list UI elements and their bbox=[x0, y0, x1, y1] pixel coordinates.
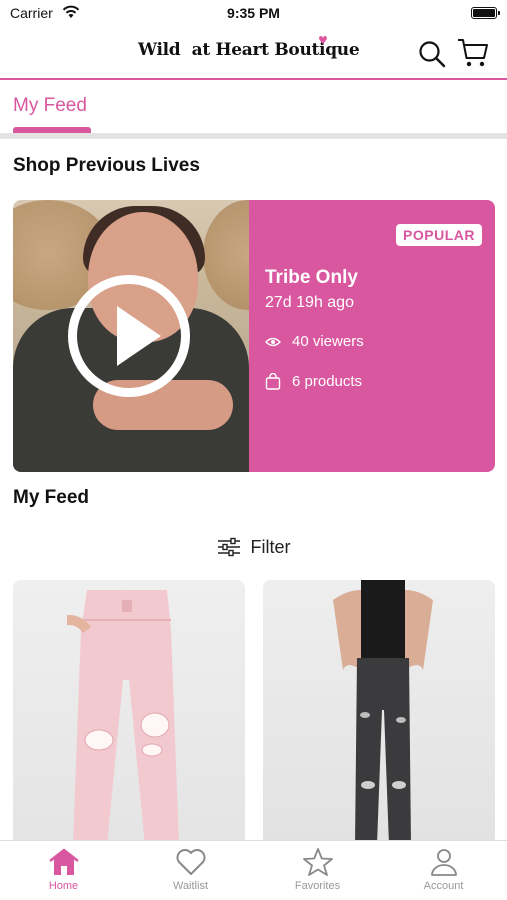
nav-favorites[interactable]: Favorites bbox=[254, 847, 381, 892]
products-count: 6 products bbox=[292, 373, 363, 390]
nav-home[interactable]: Home bbox=[0, 847, 127, 892]
previous-live-card[interactable]: POPULAR Tribe Only 27d 19h ago 40 viewer… bbox=[13, 200, 495, 472]
live-viewers-row: 40 viewers bbox=[265, 333, 364, 350]
viewers-count: 40 viewers bbox=[292, 333, 364, 350]
live-video-thumbnail[interactable] bbox=[13, 200, 249, 472]
star-icon bbox=[302, 848, 333, 876]
heart-icon bbox=[176, 849, 205, 875]
tab-my-feed[interactable]: My Feed bbox=[13, 95, 87, 117]
clock: 9:35 PM bbox=[227, 5, 280, 21]
play-icon bbox=[117, 306, 161, 366]
shopping-bag-icon bbox=[265, 373, 281, 390]
filter-sliders-icon bbox=[217, 537, 240, 557]
bottom-navigation: Home Waitlist Favorites Account bbox=[0, 840, 507, 900]
product-card[interactable] bbox=[13, 580, 245, 845]
black-jeans-image bbox=[333, 580, 433, 845]
nav-waitlist[interactable]: Waitlist bbox=[127, 847, 254, 892]
nav-account[interactable]: Account bbox=[380, 847, 507, 892]
live-info-panel: POPULAR Tribe Only 27d 19h ago 40 viewer… bbox=[249, 200, 495, 472]
status-bar: Carrier 9:35 PM bbox=[0, 0, 507, 30]
live-products-row: 6 products bbox=[265, 373, 362, 390]
battery-icon bbox=[471, 7, 500, 19]
tab-bar: My Feed bbox=[0, 80, 507, 138]
section-title-previous-lives: Shop Previous Lives bbox=[13, 155, 200, 176]
section-title-my-feed: My Feed bbox=[13, 487, 90, 508]
nav-account-label: Account bbox=[423, 880, 464, 892]
filter-button[interactable]: Filter bbox=[0, 533, 507, 561]
eye-icon bbox=[265, 337, 281, 346]
pink-jeans-image bbox=[67, 590, 179, 845]
tabs-divider bbox=[0, 133, 507, 139]
search-icon[interactable] bbox=[418, 40, 446, 68]
filter-label: Filter bbox=[250, 536, 291, 557]
cart-icon[interactable] bbox=[457, 38, 489, 68]
app-header: Wild at Heart Boutique ♥ bbox=[0, 28, 507, 78]
person-icon bbox=[430, 849, 457, 876]
brand-logo[interactable]: Wild at Heart Boutique ♥ bbox=[138, 34, 360, 60]
live-time-ago: 27d 19h ago bbox=[265, 294, 354, 311]
live-title: Tribe Only bbox=[265, 267, 358, 288]
home-icon bbox=[48, 848, 79, 875]
nav-favorites-label: Favorites bbox=[294, 880, 341, 892]
nav-waitlist-label: Waitlist bbox=[172, 880, 209, 892]
nav-home-label: Home bbox=[48, 880, 79, 892]
popular-badge: POPULAR bbox=[396, 224, 482, 246]
product-card[interactable] bbox=[263, 580, 495, 845]
logo-heart-icon: ♥ bbox=[318, 34, 328, 47]
